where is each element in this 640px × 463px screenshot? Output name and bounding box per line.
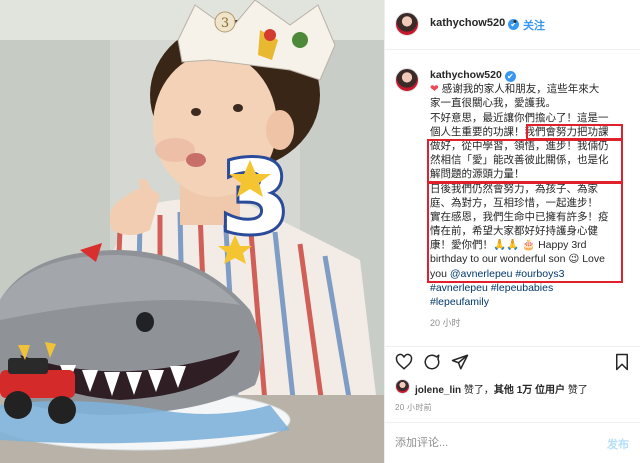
liked-word: 赞了 [463,385,484,396]
cake-emoji-icon: 🎂 [522,239,536,252]
mention-link[interactable]: @avnerlepeu [450,268,513,280]
post-photo-illustration: 3 3 [0,0,384,463]
decorative-number: 3 [220,139,290,256]
hashtag-link[interactable]: #avnerlepeu [430,282,488,294]
comment-bar: 发布 [385,422,640,463]
caption-line: 實在感恩，我們生命中已擁有許多！疫 [430,210,609,223]
hashtag-link[interactable]: #lepeufamily [430,296,489,308]
caption-line: 情在前，希望大家都好好持護身心健 [430,225,598,238]
caption-line: kathychow520 ✔ [430,68,626,82]
liker-avatar[interactable] [395,379,410,394]
wink-emoji-icon: 😉 [568,253,580,266]
verified-badge-icon: ✔ [504,71,516,82]
caption-line: #avnerlepeu #lepeubabies [430,281,626,295]
caption-line: 個人生重要的功課！我們會努力把功課 [430,125,609,138]
caption-username[interactable]: kathychow520 ✔ [430,69,516,82]
crown-number: 3 [221,16,229,31]
post-header: kathychow520 ✔ • 关注 [385,0,640,50]
caption-line: birthday to our wonderful son 😉 Love [430,253,605,266]
caption-line: 康！愛你們！🙏🙏 🎂 Happy 3rd [430,239,587,252]
caption-line: 然相信「愛」能改善彼此關係，也是化 [430,154,609,167]
liker-username[interactable]: jolene_lin [415,385,461,396]
caption-line: 解問題的源頭力量！ [430,168,525,181]
post-side-panel: kathychow520 ✔ • 关注 kathychow520 ✔ ❤ 感谢我的家… [384,0,640,463]
post-photo[interactable]: 3 3 [0,0,384,463]
caption-line: #lepeufamily [430,295,626,309]
bookmark-icon[interactable] [613,353,631,371]
post-timestamp: 20 小时前 [395,403,432,412]
caption-line: 家一直很關心我，愛護我。 [430,97,556,110]
heart-icon[interactable] [395,353,413,371]
caption-avatar[interactable] [395,68,419,92]
caption-line: 日後我們仍然會努力，為孩子、為家 [430,182,598,195]
action-bar [385,346,640,376]
author-avatar[interactable] [395,12,419,36]
follow-button[interactable]: 关注 [523,17,545,33]
comment-input[interactable] [395,434,585,452]
like-count: 1万 [516,385,533,396]
heart-emoji-icon: ❤ [430,83,439,96]
caption-line: 不好意思，最近讓你們擔心了！這是一 [430,111,609,124]
post-comment-button[interactable]: 发布 [607,436,629,452]
share-icon[interactable] [451,353,469,371]
caption-text: kathychow520 ✔ ❤ 感谢我的家人和朋友，這些年來大 家一直很關心我，… [430,68,626,309]
likes-row: jolene_lin 赞了，其他 1万 位用户 赞了 [385,376,640,398]
caption-timestamp: 20 小时 [430,318,461,328]
header-separator: • [513,16,517,28]
caption-line: 庭、為對方，互相珍惜，一起進步！ [430,196,598,209]
author-username[interactable]: kathychow520 ✔ [430,17,520,30]
pray-emoji-icon: 🙏🙏 [493,239,520,252]
hashtag-link[interactable]: #lepeubabies [491,282,553,294]
likes-summary[interactable]: jolene_lin 赞了，其他 1万 位用户 赞了 [415,381,588,396]
caption-line: you @avnerlepeu #ourboys3 [430,267,565,280]
hashtag-link[interactable]: #ourboys3 [515,268,564,280]
caption-line: 做好，從中學習，領悟，進步！我倆仍 [430,139,609,152]
caption-line: ❤ 感谢我的家人和朋友，這些年來大 [430,83,600,96]
comment-icon[interactable] [423,353,441,371]
